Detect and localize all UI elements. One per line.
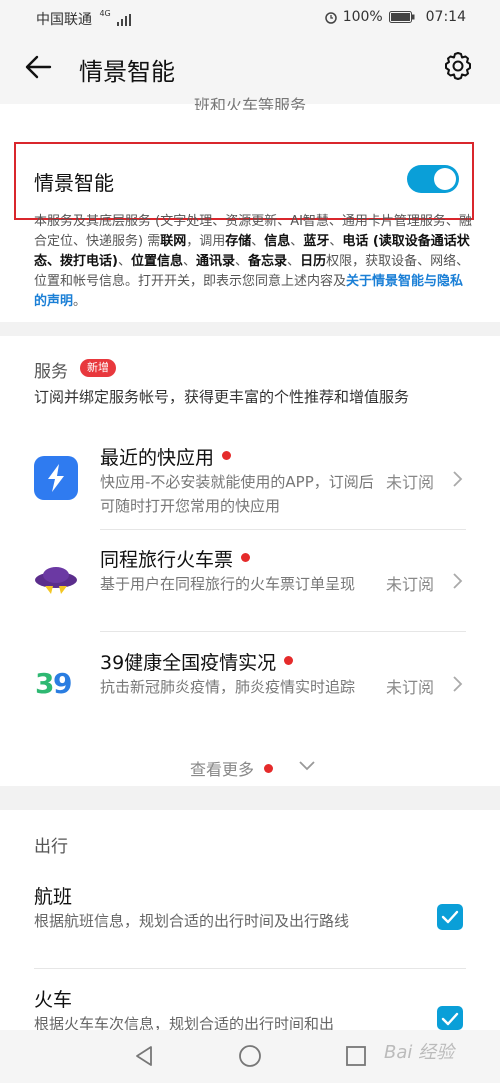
notice-permission-term: 位置信息	[130, 254, 183, 269]
notice-permission-term: 存储	[225, 234, 252, 249]
divider	[34, 968, 466, 969]
toggle-knob	[434, 168, 456, 190]
new-badge: 新增	[80, 359, 116, 377]
page-title: 情景智能	[79, 58, 175, 86]
service-name: 39健康全国疫情实况	[100, 648, 294, 675]
new-dot	[264, 764, 274, 773]
nav-home-icon[interactable]	[238, 1044, 262, 1068]
notice-text: 、	[251, 234, 265, 249]
svg-text:3: 3	[35, 667, 54, 700]
notice-text: 、	[329, 234, 343, 249]
new-dot	[284, 656, 294, 665]
carrier-name: 中国联通	[36, 12, 92, 28]
notice-permission-term: 蓝牙	[303, 234, 330, 249]
notice-text: 、	[235, 254, 249, 269]
notice-text: 、	[182, 254, 196, 269]
toggle-label: 情景智能	[34, 171, 114, 195]
check-icon	[441, 910, 459, 924]
notice-text: 。	[73, 294, 87, 309]
service-desc: 抗击新冠肺炎疫情，肺炎疫情实时追踪	[100, 678, 356, 696]
service-desc: 快应用-不必安装就能使用的APP，订阅后可随时打开您常用的快应用	[100, 473, 374, 515]
gear-icon[interactable]	[441, 49, 475, 83]
status-right: 100% 07:14	[322, 9, 466, 25]
watermark: Bai 经验	[384, 1042, 455, 1063]
notice-text: ，调用	[186, 234, 226, 249]
carrier-info: 中国联通 4G	[36, 9, 132, 29]
notice-permission-term: 通讯录	[196, 254, 236, 269]
alarm-icon	[325, 12, 337, 24]
subscription-status: 未订阅	[386, 575, 435, 594]
intelligence-toggle[interactable]	[407, 165, 459, 193]
flight-checkbox[interactable]	[437, 904, 463, 930]
train-checkbox[interactable]	[437, 1006, 463, 1030]
chevron-down-icon[interactable]	[298, 760, 316, 772]
travel-item-name: 航班	[34, 886, 73, 908]
services-description: 订阅并绑定服务帐号，获得更丰富的个性推荐和增值服务	[34, 388, 410, 406]
cut-off-text: 班和火车等服务	[193, 96, 306, 110]
svg-text:9: 9	[53, 667, 72, 700]
new-dot	[222, 451, 232, 460]
travel-title: 出行	[34, 837, 68, 857]
battery-icon	[389, 11, 415, 23]
services-title: 服务	[34, 362, 68, 382]
permission-notice: 本服务及其底层服务 (文字处理、资源更新、AI智慧、通用卡片管理服务、融合定位、…	[34, 212, 474, 312]
notice-permission-term: 联网	[160, 234, 187, 249]
clock: 07:14	[425, 9, 466, 25]
chevron-right-icon	[453, 471, 463, 487]
service-name: 同程旅行火车票	[100, 545, 251, 572]
back-arrow-icon[interactable]	[22, 50, 56, 84]
divider	[100, 631, 466, 632]
chevron-right-icon	[453, 573, 463, 589]
notice-text: 、	[290, 234, 304, 249]
service-name: 最近的快应用	[100, 443, 232, 470]
new-dot	[241, 553, 251, 562]
divider	[100, 529, 466, 530]
notice-text: 、	[287, 254, 301, 269]
nav-recents-icon[interactable]	[344, 1044, 368, 1068]
battery-percent: 100%	[342, 9, 383, 25]
travel-item-desc: 根据火车车次信息，规划合适的出行时间和出	[34, 1015, 335, 1030]
status-bar: 中国联通 4G 100% 07:14	[0, 0, 500, 34]
subscription-status: 未订阅	[386, 678, 435, 697]
tongcheng-travel-icon	[35, 567, 77, 594]
nav-back-icon[interactable]	[132, 1044, 156, 1068]
chevron-right-icon	[453, 676, 463, 692]
notice-text: 、	[117, 254, 131, 269]
travel-item-name: 火车	[34, 989, 73, 1011]
check-icon	[441, 1012, 459, 1026]
subscription-status: 未订阅	[386, 473, 435, 492]
notice-permission-term: 信息	[264, 234, 291, 249]
notice-permission-term: 日历	[300, 254, 327, 269]
see-more-button[interactable]: 查看更多	[190, 756, 274, 780]
travel-item-desc: 根据航班信息，规划合适的出行时间及出行路线	[34, 912, 350, 930]
health-39-icon: 3 9	[35, 667, 72, 700]
quick-app-icon	[34, 456, 78, 500]
service-desc: 基于用户在同程旅行的火车票订单呈现	[100, 575, 356, 593]
notice-permission-term: 备忘录	[248, 254, 288, 269]
signal-icon	[117, 14, 132, 26]
network-type: 4G	[99, 9, 111, 18]
